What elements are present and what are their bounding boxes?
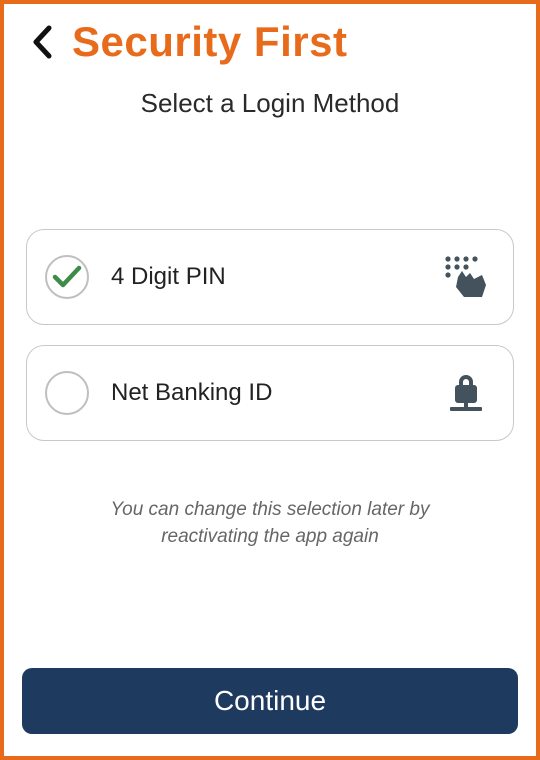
radio-netbanking[interactable] — [45, 371, 89, 415]
hint-text: You can change this selection later by r… — [22, 497, 518, 550]
option-pin[interactable]: 4 Digit PIN — [26, 229, 514, 325]
back-button[interactable] — [22, 18, 62, 66]
app-frame: Security First Select a Login Method 4 D… — [0, 0, 540, 760]
lock-icon — [441, 368, 491, 418]
option-netbanking-label: Net Banking ID — [111, 379, 441, 407]
continue-button[interactable]: Continue — [22, 668, 518, 734]
login-method-options: 4 Digit PIN Net Banking ID — [22, 229, 518, 441]
keypad-hand-icon — [441, 252, 491, 302]
chevron-left-icon — [31, 25, 53, 59]
header: Security First — [22, 16, 518, 66]
radio-pin[interactable] — [45, 255, 89, 299]
option-netbanking[interactable]: Net Banking ID — [26, 345, 514, 441]
check-icon — [52, 265, 82, 289]
page-title: Security First — [72, 18, 347, 66]
page-subtitle: Select a Login Method — [22, 88, 518, 119]
option-pin-label: 4 Digit PIN — [111, 263, 441, 291]
